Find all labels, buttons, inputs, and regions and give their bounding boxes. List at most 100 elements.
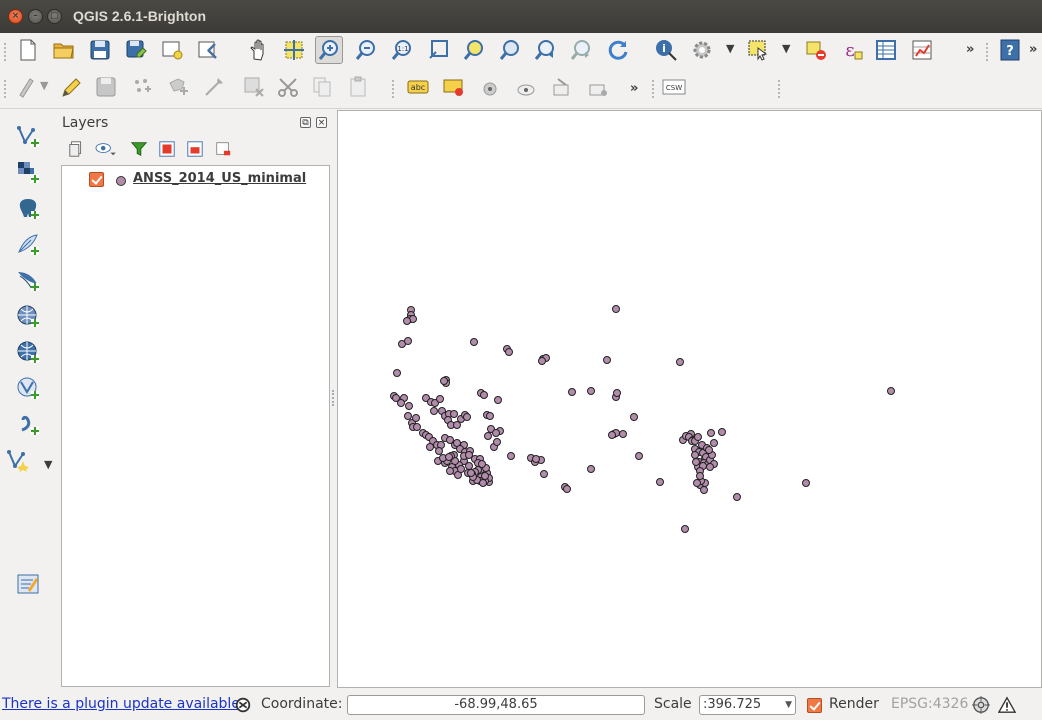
csw-icon[interactable]: CSW <box>660 73 688 101</box>
refresh-icon[interactable] <box>604 36 632 64</box>
pan-to-selection-icon[interactable] <box>280 36 308 64</box>
manage-visibility-icon[interactable] <box>94 138 116 160</box>
render-checkbox[interactable] <box>807 698 822 713</box>
earthquake-point <box>587 387 595 395</box>
remove-layer-icon[interactable] <box>212 138 234 160</box>
toggle-editing-icon[interactable] <box>56 73 84 101</box>
messages-warning-icon[interactable] <box>996 694 1018 716</box>
crs-status[interactable]: EPSG:4326 <box>891 696 968 712</box>
copy-features-icon[interactable] <box>308 73 336 101</box>
close-panel-button[interactable]: × <box>316 117 327 128</box>
add-delimited-text-layer-icon[interactable] <box>14 410 42 438</box>
toolbar-grip[interactable] <box>392 80 396 98</box>
toolbar-grip[interactable] <box>4 43 8 61</box>
node-tool-icon[interactable] <box>200 73 228 101</box>
new-print-composer-icon[interactable] <box>158 36 186 64</box>
annotation-icon[interactable] <box>14 570 42 598</box>
scale-combobox[interactable]: :396.725 ▼ <box>699 695 796 715</box>
composer-manager-icon[interactable] <box>194 36 222 64</box>
new-project-icon[interactable] <box>14 36 42 64</box>
add-spatialite-layer-icon[interactable] <box>14 230 42 258</box>
add-postgis-layer-icon[interactable] <box>14 194 42 222</box>
label-pin-icon[interactable] <box>440 73 468 101</box>
zoom-to-layer-icon[interactable] <box>496 36 524 64</box>
add-wms-layer-icon[interactable] <box>14 302 42 330</box>
add-raster-layer-icon[interactable] <box>14 158 42 186</box>
paste-features-icon[interactable] <box>344 73 372 101</box>
new-shapefile-layer-icon[interactable] <box>4 446 32 474</box>
plugin-update-link[interactable]: There is a plugin update available <box>2 696 240 712</box>
toolbar-grip[interactable] <box>4 80 8 98</box>
add-vector-layer-icon[interactable] <box>14 122 42 150</box>
label-show-hide-icon[interactable] <box>476 73 504 101</box>
toolbar-grip[interactable] <box>986 43 990 61</box>
select-features-icon[interactable] <box>744 36 772 64</box>
toggle-extents-icon[interactable] <box>232 694 254 716</box>
layer-name[interactable]: ANSS_2014_US_minimal <box>133 171 306 186</box>
minimize-window-button[interactable]: – <box>28 9 43 24</box>
add-group-icon[interactable] <box>66 138 88 160</box>
layer-visibility-checkbox[interactable] <box>89 172 104 187</box>
toolbar-overflow-button[interactable]: » <box>630 81 638 96</box>
chevron-down-icon[interactable]: ▼ <box>40 79 48 92</box>
delete-selected-icon[interactable] <box>240 73 268 101</box>
label-change-icon[interactable] <box>584 73 612 101</box>
chevron-down-icon[interactable]: ▼ <box>785 696 792 714</box>
label-move-icon[interactable] <box>512 73 540 101</box>
maximize-window-button[interactable]: □ <box>47 9 62 24</box>
zoom-actual-size-icon[interactable]: 1:1 <box>388 36 416 64</box>
add-wfs-layer-icon[interactable] <box>14 374 42 402</box>
zoom-out-icon[interactable] <box>352 36 380 64</box>
earthquake-point <box>481 472 489 480</box>
toolbar-overflow-button[interactable]: » <box>1029 42 1037 57</box>
toolbar-grip[interactable] <box>778 80 782 98</box>
toolbar-grip[interactable] <box>652 80 656 98</box>
chevron-down-icon[interactable]: ▼ <box>726 42 734 55</box>
earthquake-point <box>465 451 473 459</box>
undock-panel-button[interactable]: ⧉ <box>300 117 311 128</box>
run-feature-action-icon[interactable] <box>688 36 716 64</box>
add-mssql-layer-icon[interactable] <box>14 266 42 294</box>
coordinate-field[interactable]: -68.99,48.65 <box>347 695 645 715</box>
filter-legend-icon[interactable] <box>128 138 150 160</box>
identify-features-icon[interactable]: i <box>652 36 680 64</box>
earthquake-point <box>412 414 420 422</box>
add-wcs-layer-icon[interactable] <box>14 338 42 366</box>
deselect-all-icon[interactable] <box>802 36 830 64</box>
manage-layers-toolbar: ▼ <box>0 108 52 686</box>
earthquake-point <box>568 388 576 396</box>
move-feature-icon[interactable] <box>164 73 192 101</box>
collapse-all-icon[interactable] <box>184 138 206 160</box>
zoom-last-icon[interactable] <box>532 36 560 64</box>
earthquake-point <box>707 429 715 437</box>
add-feature-icon[interactable] <box>128 73 156 101</box>
current-edits-icon[interactable] <box>14 73 42 101</box>
field-calculator-icon[interactable]: ε <box>838 36 866 64</box>
zoom-next-icon[interactable] <box>568 36 596 64</box>
toolbar-overflow-button[interactable]: » <box>966 42 974 57</box>
chevron-down-icon[interactable]: ▼ <box>782 42 790 55</box>
coordinate-label: Coordinate: <box>261 696 343 712</box>
zoom-full-icon[interactable] <box>424 36 452 64</box>
zoom-to-selection-icon[interactable] <box>460 36 488 64</box>
layer-item[interactable]: ANSS_2014_US_minimal <box>84 170 324 190</box>
attribute-table-icon[interactable] <box>872 36 900 64</box>
map-canvas[interactable] <box>337 110 1042 688</box>
earthquake-point <box>563 485 571 493</box>
label-rotate-icon[interactable] <box>548 73 576 101</box>
save-layer-edits-icon[interactable] <box>92 73 120 101</box>
cut-features-icon[interactable] <box>274 73 302 101</box>
pan-map-icon[interactable] <box>244 36 272 64</box>
zoom-in-icon[interactable] <box>315 36 343 64</box>
layer-labeling-icon[interactable]: abc <box>404 73 432 101</box>
open-project-icon[interactable] <box>50 36 78 64</box>
earthquake-point <box>676 358 684 366</box>
save-project-as-icon[interactable] <box>122 36 150 64</box>
earthquake-point <box>630 413 638 421</box>
close-window-button[interactable]: × <box>8 9 23 24</box>
help-icon[interactable]: ? <box>996 36 1024 64</box>
save-project-icon[interactable] <box>86 36 114 64</box>
crs-globe-icon[interactable] <box>970 694 992 716</box>
statistics-icon[interactable] <box>908 36 936 64</box>
expand-all-icon[interactable] <box>156 138 178 160</box>
